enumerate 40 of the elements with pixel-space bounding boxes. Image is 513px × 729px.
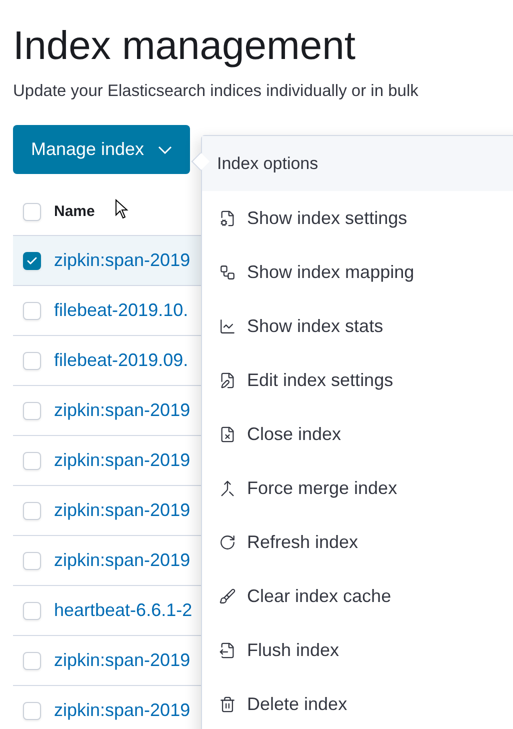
row-checkbox[interactable] — [23, 252, 41, 270]
mouse-pointer-icon — [115, 199, 129, 219]
index-name-link[interactable]: zipkin:span-2019 — [54, 550, 190, 571]
menu-item[interactable]: Show index stats — [202, 299, 513, 353]
index-name-link[interactable]: zipkin:span-2019 — [54, 650, 190, 671]
file-pencil-icon — [219, 372, 236, 388]
file-x-icon — [219, 426, 236, 442]
brush-icon — [219, 588, 236, 604]
index-name-link[interactable]: zipkin:span-2019 — [54, 400, 190, 421]
index-name-link[interactable]: heartbeat-6.6.1-2 — [54, 600, 192, 621]
file-gear-icon — [219, 210, 236, 226]
select-all-checkbox[interactable] — [23, 202, 41, 220]
menu-item[interactable]: Show index settings — [202, 191, 513, 245]
page-subtitle: Update your Elasticsearch indices individually or in bulk — [13, 82, 420, 101]
column-header[interactable]: Name — [54, 203, 95, 220]
index-name-link[interactable]: zipkin:span-2019 — [54, 450, 190, 471]
menu-item[interactable]: Clear index cache — [202, 569, 513, 623]
popover-title: Index options — [217, 154, 318, 174]
menu-item[interactable]: Show index mapping — [202, 245, 513, 299]
index-name-link[interactable]: filebeat-2019.09. — [54, 350, 188, 371]
check-icon — [26, 254, 38, 266]
merge-icon — [219, 480, 236, 496]
manage-index-button[interactable]: Manage index — [13, 125, 190, 174]
chart-icon — [219, 318, 236, 334]
index-name-link[interactable]: filebeat-2019.10. — [54, 300, 188, 321]
trash-icon — [219, 696, 236, 712]
menu-item[interactable]: Close index — [202, 407, 513, 461]
menu-item[interactable]: Force merge index — [202, 461, 513, 515]
index-name-link[interactable]: zipkin:span-2019 — [54, 250, 190, 271]
mapping-icon — [219, 264, 236, 280]
menu-item[interactable]: Delete index — [202, 677, 513, 729]
refresh-icon — [219, 534, 236, 550]
file-export-icon — [219, 642, 236, 658]
menu-item[interactable]: Refresh index — [202, 515, 513, 569]
index-name-link[interactable]: zipkin:span-2019 — [54, 500, 190, 521]
chevron-down-icon — [158, 146, 172, 154]
menu-item[interactable]: Flush index — [202, 623, 513, 677]
page-title: Index management — [13, 23, 356, 70]
index-name-link[interactable]: zipkin:span-2019 — [54, 700, 190, 721]
menu-item[interactable]: Edit index settings — [202, 353, 513, 407]
